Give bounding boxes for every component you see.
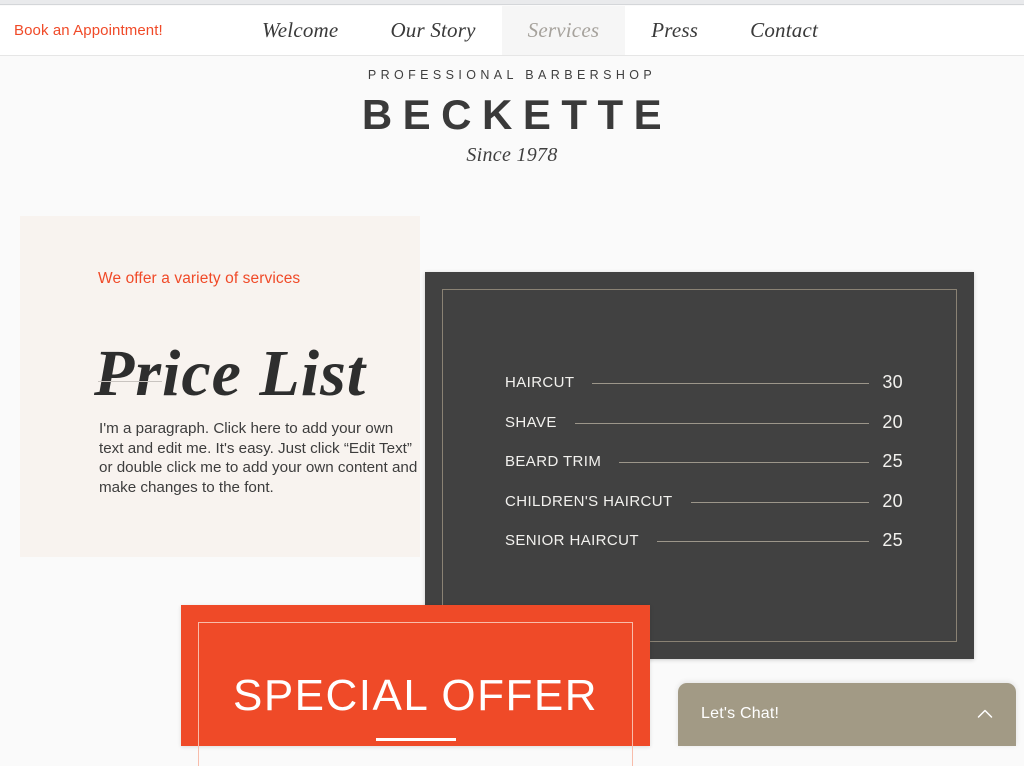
price-amount: 30	[882, 372, 903, 393]
table-row: HAIRCUT 30	[505, 363, 903, 403]
price-amount: 20	[882, 411, 903, 432]
price-menu-panel: HAIRCUT 30 SHAVE 20 BEARD TRIM 25 CHILDR…	[425, 272, 974, 659]
intro-paragraph: I'm a paragraph. Click here to add your …	[99, 420, 418, 496]
logo-kicker: PROFESSIONAL BARBERSHOP	[367, 68, 657, 82]
logo-wordmark: BECKETTE	[361, 91, 673, 138]
price-amount: 25	[882, 530, 903, 551]
intro-eyebrow: We offer a variety of services	[98, 270, 301, 287]
primary-nav: Welcome Our Story Services Press Contact	[236, 6, 844, 55]
book-appointment-link[interactable]: Book an Appointment!	[14, 6, 163, 55]
nav-item-press[interactable]: Press	[625, 6, 724, 55]
nav-item-welcome[interactable]: Welcome	[236, 6, 364, 55]
price-service-name: CHILDREN'S HAIRCUT	[505, 492, 673, 510]
nav-item-services[interactable]: Services	[501, 6, 626, 55]
special-offer-banner: SPECIAL OFFER	[181, 605, 650, 766]
price-service-name: BEARD TRIM	[505, 453, 602, 471]
price-service-name: SENIOR HAIRCUT	[505, 532, 639, 550]
special-offer-title: SPECIAL OFFER	[232, 671, 599, 720]
price-leader-line	[656, 541, 869, 543]
table-row: BEARD TRIM 25	[505, 442, 903, 482]
price-service-name: SHAVE	[505, 413, 557, 431]
special-offer-divider	[375, 738, 456, 741]
price-leader-line	[592, 383, 869, 385]
price-list-intro-card: We offer a variety of services Price Lis…	[20, 216, 420, 557]
logo-since: Since 1978	[466, 144, 558, 166]
table-row: CHILDREN'S HAIRCUT 20	[505, 482, 903, 522]
price-leader-line	[619, 462, 869, 464]
chat-widget-label: Let's Chat!	[701, 705, 780, 722]
site-navbar: Book an Appointment! Welcome Our Story S…	[0, 6, 1024, 56]
site-logo: PROFESSIONAL BARBERSHOP BECKETTE Since 1…	[0, 68, 1024, 167]
table-row: SHAVE 20	[505, 403, 903, 443]
price-amount: 25	[882, 451, 903, 472]
price-leader-line	[690, 501, 869, 503]
nav-item-our-story[interactable]: Our Story	[364, 6, 501, 55]
nav-item-contact[interactable]: Contact	[724, 6, 844, 55]
page-title: Price List	[94, 337, 367, 411]
title-divider	[98, 381, 162, 382]
price-service-name: HAIRCUT	[505, 374, 575, 392]
price-leader-line	[574, 422, 869, 424]
price-menu-rows: HAIRCUT 30 SHAVE 20 BEARD TRIM 25 CHILDR…	[505, 363, 903, 561]
price-amount: 20	[882, 490, 903, 511]
chat-widget[interactable]: Let's Chat!	[678, 683, 1016, 746]
chevron-up-icon[interactable]	[976, 705, 994, 723]
browser-chrome-strip	[0, 0, 1024, 5]
table-row: SENIOR HAIRCUT 25	[505, 521, 903, 561]
